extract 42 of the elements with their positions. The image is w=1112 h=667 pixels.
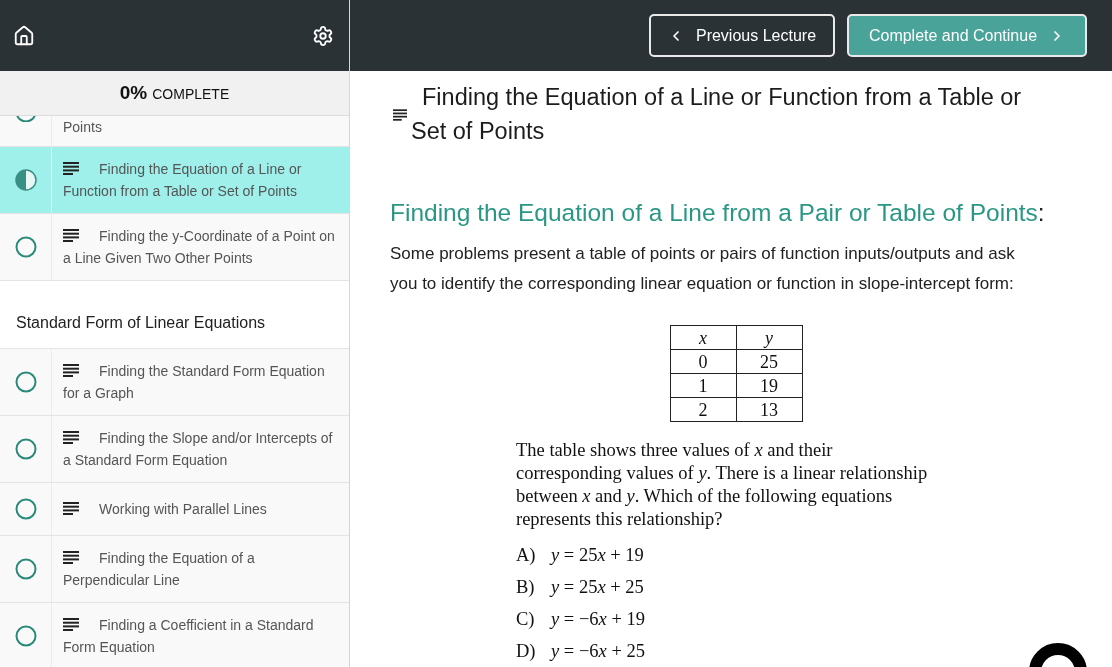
table-cell: 19 bbox=[736, 373, 802, 398]
table-cell: 2 bbox=[670, 397, 736, 422]
section-heading: Finding the Equation of a Line from a Pair or Table of Points bbox=[390, 199, 1038, 226]
progress-label: COMPLETE bbox=[152, 84, 230, 104]
heading-colon: : bbox=[1037, 199, 1045, 226]
table-header-cell: x bbox=[670, 325, 736, 350]
previous-lecture-button[interactable]: Previous Lecture bbox=[649, 14, 835, 57]
lesson-item[interactable]: Finding the Slope and/or Intercepts of a Standard Form Equation bbox=[0, 416, 349, 483]
section-title: Standard Form of Linear Equations bbox=[16, 314, 266, 331]
text-lines-icon bbox=[63, 502, 79, 515]
lesson-item[interactable]: Working with Parallel Lines bbox=[0, 483, 349, 536]
text-lines-icon bbox=[63, 364, 79, 377]
table-header-cell: y bbox=[736, 325, 802, 350]
text-lines-icon bbox=[63, 551, 79, 564]
lesson-item[interactable]: Finding the Equation of a Line or Function from a Table or Set of Points bbox=[0, 147, 349, 214]
text-lines-icon bbox=[63, 618, 79, 631]
lecture-title: Finding the Equation of a Line or Function from a Table or Set of Points bbox=[411, 83, 1023, 146]
table-cell: 13 bbox=[736, 397, 802, 422]
question-text: The table shows three values of x and their corresponding values of y. There is a linear relationship between x and y. Which of the following equations represents this relationship? bbox=[516, 439, 929, 531]
option-equation: y = −6x + 25 bbox=[551, 640, 645, 662]
lesson-item[interactable]: Finding the y-Coordinate of a Point on a Line Given Two Other Points bbox=[0, 214, 349, 281]
home-icon[interactable] bbox=[13, 24, 35, 47]
table-cell: 1 bbox=[670, 373, 736, 398]
progress-percent: 0% bbox=[119, 80, 148, 105]
text-lines-icon bbox=[63, 229, 79, 242]
text-lines-icon bbox=[63, 162, 79, 175]
option-letter: B) bbox=[516, 576, 536, 598]
table-cell: 25 bbox=[736, 349, 802, 374]
option-equation: y = −6x + 19 bbox=[551, 608, 645, 630]
settings-icon[interactable] bbox=[312, 24, 334, 47]
text-lines-icon bbox=[393, 109, 407, 121]
option-letter: A) bbox=[516, 544, 537, 566]
lesson-item[interactable]: Finding the Equation of a Perpendicular Line bbox=[0, 536, 349, 603]
lesson-item[interactable]: Points bbox=[0, 116, 349, 147]
option-equation: y = 25x + 19 bbox=[551, 544, 644, 566]
intro-paragraph: Some problems present a table of points or pairs of function inputs/outputs and ask you to identify the corresponding linear equation or function in slope-intercept form: bbox=[390, 243, 1016, 295]
option-letter: D) bbox=[516, 640, 537, 662]
option-equation: y = 25x + 25 bbox=[551, 576, 644, 598]
lesson-item[interactable]: Finding the Standard Form Equation for a Graph bbox=[0, 349, 349, 416]
table-cell: 0 bbox=[670, 349, 736, 374]
option-letter: C) bbox=[516, 608, 536, 630]
text-lines-icon bbox=[63, 431, 79, 444]
